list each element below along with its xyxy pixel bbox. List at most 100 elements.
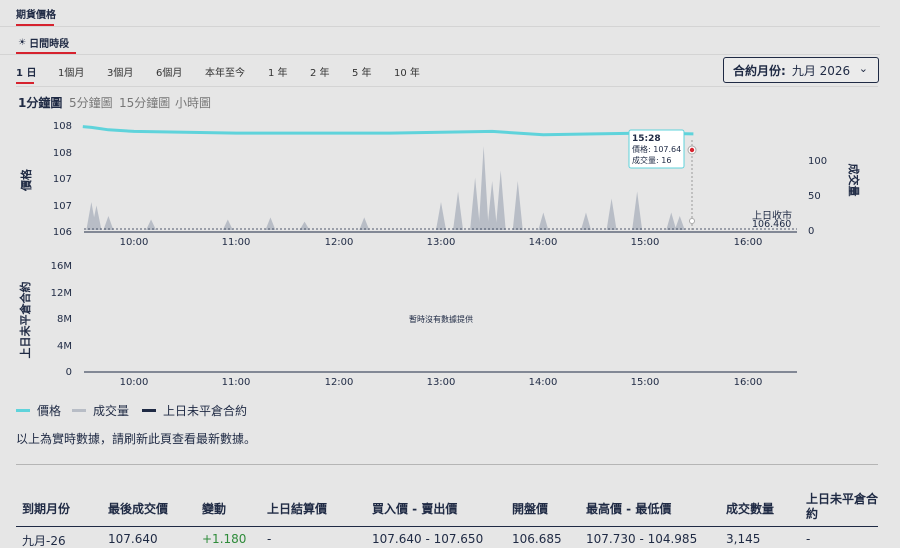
table-header: 變動 (202, 502, 227, 516)
table-cell-bid-ask: 107.640 - 107.650 (372, 532, 484, 546)
table-cell-prev-settle: - (267, 532, 272, 546)
y2-tick-label: 50 (808, 191, 821, 202)
table-header: 最後成交價 (108, 502, 169, 516)
table-header-divider (16, 526, 878, 527)
table-cell-volume: 3,145 (726, 532, 761, 546)
tooltip-time: 15:28 (632, 134, 661, 144)
range-tab-1d[interactable]: 1 日 (16, 64, 36, 79)
x-tick-label: 12:00 (325, 237, 354, 248)
y-tick-label: 108 (53, 148, 72, 159)
y-tick-label: 108 (53, 121, 72, 132)
y-tick-label: 12M (51, 288, 72, 299)
table-header: 開盤價 (512, 502, 549, 516)
legend-volume[interactable]: 成交量 (72, 402, 129, 419)
divider (0, 26, 880, 27)
y2-axis-title: 成交量 (847, 164, 861, 197)
tab-futures-price[interactable]: 期貨價格 (16, 6, 56, 21)
volume-bar (495, 170, 506, 230)
volume-bar (103, 216, 114, 230)
x-tick-label: 14:00 (529, 377, 558, 388)
contract-month-select[interactable]: 合約月份: 九月 2026 ⌄ (723, 57, 879, 83)
table-cell-open: 106.685 (512, 532, 562, 546)
divider (16, 464, 878, 465)
chevron-down-icon: ⌄ (858, 62, 868, 75)
open-interest-chart: 16M 12M 8M 4M 0 上日未平倉合約 暫時沒有數據提供 10:00 1… (18, 261, 797, 388)
interval-1min[interactable]: 1分鐘圖 (18, 94, 62, 111)
volume-area (86, 146, 685, 230)
legend-swatch (142, 409, 156, 412)
range-tab-5y[interactable]: 5 年 (352, 64, 372, 79)
legend-label: 價格 (37, 404, 62, 418)
volume-bar (606, 198, 617, 230)
y-tick-label: 16M (51, 261, 72, 272)
volume-bar (487, 181, 498, 230)
table-header: 到期月份 (22, 502, 71, 516)
table-cell-last: 107.640 (108, 532, 158, 546)
legend-label: 上日未平倉合約 (163, 404, 248, 418)
legend-swatch (16, 409, 30, 412)
volume-bar (436, 202, 446, 230)
y-tick-label: 0 (66, 367, 72, 378)
x-tick-label: 13:00 (427, 377, 456, 388)
table-cell-month: 九月-26 (22, 534, 66, 548)
y2-tick-label: 0 (808, 226, 814, 237)
volume-bar (478, 146, 489, 230)
y-axis-title: 上日未平倉合約 (18, 282, 32, 359)
interval-5min[interactable]: 5分鐘圖 (69, 94, 113, 111)
x-tick-label: 11:00 (222, 237, 251, 248)
table-cell-prev-oi: - (806, 532, 811, 546)
interval-15min[interactable]: 15分鐘圖 (119, 94, 170, 111)
range-tab-1m[interactable]: 1個月 (58, 64, 84, 79)
contract-month-label: 合約月份: (733, 63, 786, 78)
range-tab-10y[interactable]: 10 年 (394, 64, 420, 79)
table-header: 上日結算價 (267, 502, 328, 516)
legend-price[interactable]: 價格 (16, 402, 61, 419)
volume-bar (453, 191, 464, 230)
x-tick-label: 15:00 (631, 377, 660, 388)
x-tick-label: 15:00 (631, 237, 660, 248)
x-tick-label: 10:00 (120, 237, 149, 248)
range-tab-6m[interactable]: 6個月 (156, 64, 182, 79)
x-tick-label: 16:00 (734, 237, 763, 248)
volume-bar (674, 216, 685, 230)
divider (0, 54, 880, 55)
y-tick-label: 106 (53, 227, 72, 238)
y-tick-label: 4M (57, 341, 72, 352)
contract-month-value: 九月 2026 (791, 63, 851, 78)
range-tab-ytd[interactable]: 本年至今 (205, 64, 245, 79)
tooltip-price: 價格: 107.64 (632, 144, 681, 154)
no-data-message: 暫時沒有數據提供 (409, 314, 473, 324)
active-range-indicator (16, 82, 34, 84)
hover-marker-dot (689, 147, 695, 153)
tab-day-session[interactable]: ☀ 日間時段 (18, 35, 70, 51)
volume-bar (666, 212, 677, 230)
interval-hour[interactable]: 小時圖 (175, 94, 211, 111)
y-tick-label: 107 (53, 201, 72, 212)
tab-day-session-label: 日間時段 (29, 39, 70, 50)
volume-bar (512, 181, 523, 230)
x-tick-label: 10:00 (120, 377, 149, 388)
price-volume-chart: 108 108 107 107 106 100 50 0 價格 成交量 10:0… (19, 121, 861, 248)
y-tick-label: 8M (57, 314, 72, 325)
volume-hover-marker (689, 218, 695, 224)
volume-bar (470, 177, 481, 230)
legend-open-interest[interactable]: 上日未平倉合約 (142, 402, 247, 419)
volume-bar (580, 212, 591, 230)
x-tick-label: 14:00 (529, 237, 558, 248)
range-tab-3m[interactable]: 3個月 (107, 64, 133, 79)
prev-close-value: 106.460 (752, 219, 791, 230)
legend-label: 成交量 (93, 404, 130, 418)
volume-bar (146, 219, 157, 230)
table-header: 成交數量 (726, 502, 775, 516)
range-tab-1y[interactable]: 1 年 (268, 64, 288, 79)
range-tab-2y[interactable]: 2 年 (310, 64, 330, 79)
table-cell-change: +1.180 (202, 532, 247, 546)
x-tick-label: 11:00 (222, 377, 251, 388)
x-tick-label: 13:00 (427, 237, 456, 248)
volume-bar (265, 217, 276, 230)
volume-bar (632, 191, 643, 230)
divider (16, 86, 878, 87)
legend-swatch (72, 409, 86, 412)
table-header: 買入價 - 賣出價 (372, 502, 458, 516)
table-cell-high-low: 107.730 - 104.985 (586, 532, 698, 546)
